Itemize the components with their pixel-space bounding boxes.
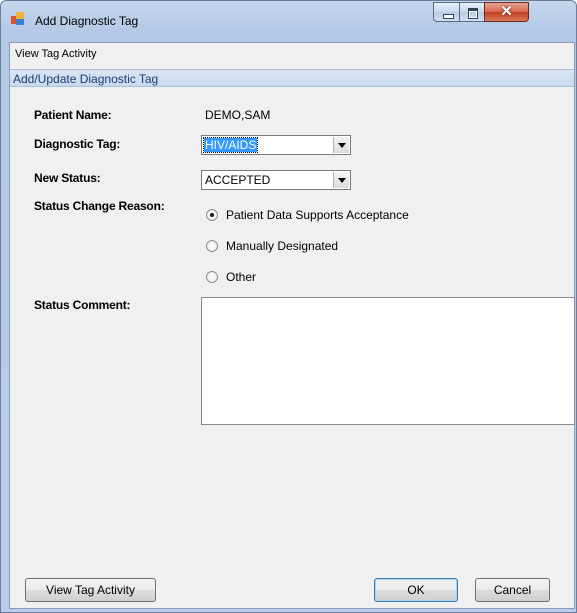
maximize-button[interactable]: [459, 2, 485, 22]
cancel-button[interactable]: Cancel: [475, 578, 550, 602]
close-button[interactable]: ✕: [484, 2, 529, 22]
app-window-icon: [11, 12, 24, 25]
patient-name-value: DEMO,SAM: [205, 108, 271, 122]
dialog-window: Add Diagnostic Tag ✕ View Tag Activity A…: [0, 0, 577, 613]
group-header: Add/Update Diagnostic Tag: [10, 69, 574, 87]
reason-radio-manually-designated[interactable]: [206, 240, 218, 252]
chevron-down-icon[interactable]: [333, 137, 349, 153]
title-bar[interactable]: Add Diagnostic Tag ✕: [1, 1, 576, 41]
dialog-client-area: View Tag Activity Add/Update Diagnostic …: [9, 42, 575, 609]
close-icon: ✕: [500, 3, 513, 20]
reason-label-manually-designated[interactable]: Manually Designated: [226, 239, 338, 253]
menu-view-tag-activity[interactable]: View Tag Activity: [15, 48, 97, 60]
minimize-button[interactable]: [433, 2, 460, 22]
ok-button[interactable]: OK: [374, 578, 458, 602]
status-comment-textarea[interactable]: [201, 297, 575, 425]
new-status-label: New Status:: [34, 171, 101, 185]
menu-bar: View Tag Activity: [10, 43, 574, 65]
maximize-icon: [468, 8, 478, 19]
diagnostic-tag-label: Diagnostic Tag:: [34, 137, 121, 151]
minimize-icon: [443, 14, 454, 19]
reason-label-supports-acceptance[interactable]: Patient Data Supports Acceptance: [226, 208, 409, 222]
reason-label-other[interactable]: Other: [226, 270, 256, 284]
new-status-select[interactable]: ACCEPTED: [201, 170, 351, 190]
reason-radio-supports-acceptance[interactable]: [206, 209, 218, 221]
diagnostic-tag-selected-value: HIV/AIDS: [202, 137, 259, 153]
new-status-selected-value: ACCEPTED: [205, 173, 271, 187]
view-tag-activity-button[interactable]: View Tag Activity: [25, 578, 156, 602]
diagnostic-tag-select[interactable]: HIV/AIDS: [201, 135, 351, 155]
status-comment-label: Status Comment:: [34, 298, 131, 312]
status-change-reason-label: Status Change Reason:: [34, 199, 165, 213]
patient-name-label: Patient Name:: [34, 108, 112, 122]
chevron-down-icon[interactable]: [333, 172, 349, 188]
window-title: Add Diagnostic Tag: [35, 14, 139, 28]
reason-radio-other[interactable]: [206, 271, 218, 283]
